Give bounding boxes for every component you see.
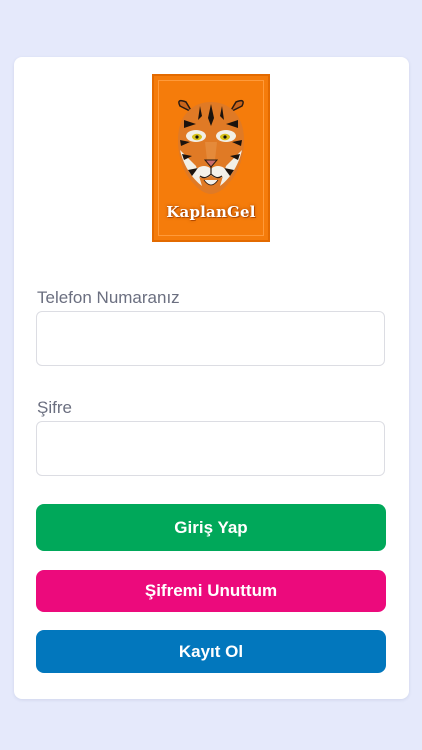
logo-text: KaplanGel (166, 203, 256, 221)
app-logo: KaplanGel (152, 74, 270, 242)
login-button[interactable]: Giriş Yap (36, 504, 386, 551)
password-label: Şifre (37, 398, 72, 417)
phone-label: Telefon Numaranız (37, 288, 180, 307)
tiger-logo-icon (178, 99, 244, 194)
forgot-password-button[interactable]: Şifremi Unuttum (36, 570, 386, 612)
password-input[interactable] (36, 421, 385, 476)
login-card: KaplanGel Telefon Numaranız Şifre Giriş … (14, 57, 409, 699)
phone-input[interactable] (36, 311, 385, 366)
register-button[interactable]: Kayıt Ol (36, 630, 386, 673)
